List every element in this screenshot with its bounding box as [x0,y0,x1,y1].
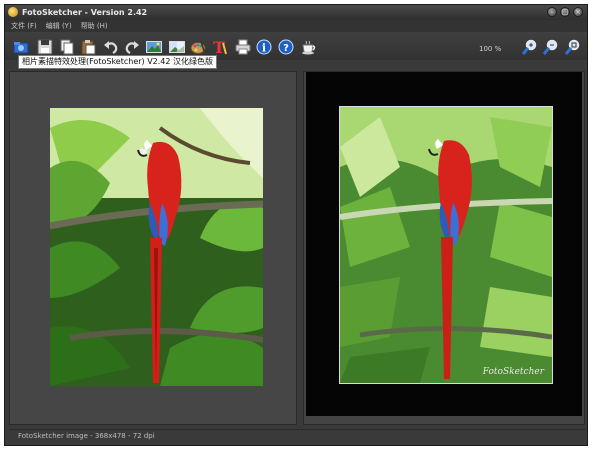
minimize-icon[interactable]: – [547,7,557,17]
svg-text:i: i [262,42,266,55]
sketch-signature: FotoSketcher [482,367,544,377]
sketch-canvas: FotoSketcher [306,72,582,416]
menu-bar: 文件 (F) 编辑 (Y) 帮助 (H) [5,20,587,32]
zoom-level: 100 % [479,45,502,53]
landscape-image-icon[interactable] [146,39,162,55]
app-window: FotoSketcher - Version 2.42 – □ × 文件 (F)… [4,4,588,446]
svg-text:?: ? [283,43,289,54]
text-tool-icon[interactable]: T [212,38,228,57]
zoom-fit-icon[interactable] [564,39,580,55]
redo-icon[interactable] [124,39,140,55]
tooltip: 相片素描特效处理(FotoSketcher) V2.42 汉化绿色版 [18,55,218,69]
undo-icon[interactable] [103,39,119,55]
window-title: FotoSketcher - Version 2.42 [22,8,148,17]
menu-edit[interactable]: 编辑 (Y) [46,20,72,32]
image-compare-icon[interactable] [169,39,185,55]
zoom-out-icon[interactable] [542,39,558,55]
title-bar[interactable]: FotoSketcher - Version 2.42 – □ × [5,5,587,20]
original-image-panel [9,71,297,425]
save-icon[interactable] [37,39,53,55]
menu-file[interactable]: 文件 (F) [11,20,37,32]
coffee-icon[interactable] [301,39,317,55]
app-logo-icon [8,7,18,17]
info-icon[interactable]: i [256,39,272,55]
help-icon[interactable]: ? [278,39,294,55]
sketch-image: FotoSketcher [339,106,553,384]
paste-icon[interactable] [80,39,96,55]
sketch-result-panel: FotoSketcher [303,71,585,425]
copy-icon[interactable] [59,39,75,55]
zoom-in-icon[interactable] [521,39,537,55]
palette-icon[interactable] [190,39,206,55]
original-photo [50,108,263,386]
status-bar: FotoSketcher image - 368x478 - 72 dpi [9,429,585,441]
print-icon[interactable] [235,39,251,55]
menu-help[interactable]: 帮助 (H) [81,20,108,32]
open-folder-icon[interactable] [13,39,29,55]
status-text: FotoSketcher image - 368x478 - 72 dpi [18,432,155,440]
maximize-icon[interactable]: □ [560,7,570,17]
close-icon[interactable]: × [573,7,583,17]
